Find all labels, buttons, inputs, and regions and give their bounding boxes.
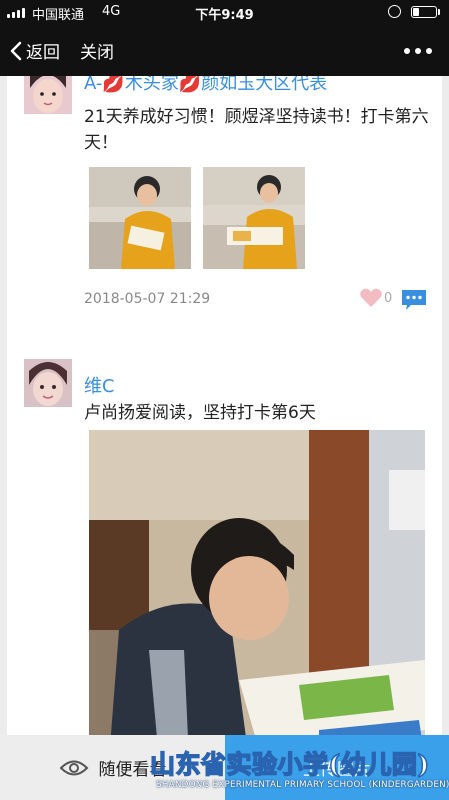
like-button[interactable]: 0 [359, 287, 392, 309]
feed[interactable]: A-💋木头家💋颜如玉大区代表 21天养成好习惯！顾煜泽坚持读书！打卡第六天！ 2… [0, 76, 449, 735]
post-timestamp: 2018-05-07 21:29 [84, 291, 211, 307]
back-label: 返回 [26, 43, 60, 63]
like-count: 0 [384, 290, 393, 306]
status-bar: 中国联通 4G 下午9:49 [0, 0, 449, 24]
username[interactable]: 维C [84, 372, 115, 398]
heart-icon [360, 288, 382, 307]
post-photo-thumbnail[interactable] [203, 167, 305, 269]
browse-label: 随便看看 [98, 760, 167, 780]
more-dots-icon[interactable] [404, 48, 432, 54]
battery-tip [438, 9, 440, 15]
upload-image-button[interactable]: 上传图片 [225, 735, 449, 800]
post-photo[interactable] [89, 430, 425, 735]
username[interactable]: A-💋木头家💋颜如玉大区代表 [84, 76, 327, 95]
bottom-bar: 随便看看 上传图片 [0, 735, 449, 800]
post-text: 21天养成好习惯！顾煜泽坚持读书！打卡第六天！ [84, 107, 429, 153]
post-card: 维C 卢尚扬爱阅读，坚持打卡第6天 [7, 342, 442, 735]
chevron-left-icon [10, 41, 22, 60]
browse-button[interactable]: 随便看看 [0, 735, 225, 800]
back-button[interactable]: 返回 [10, 38, 60, 63]
rotation-lock-icon [388, 5, 401, 18]
close-button[interactable]: 关闭 [80, 38, 114, 63]
comment-icon [402, 290, 426, 310]
nav-bar: 返回 关闭 [0, 24, 449, 76]
post-photo-thumbnail[interactable] [89, 167, 191, 269]
eye-icon [59, 760, 88, 775]
comment-button[interactable] [401, 289, 427, 315]
avatar[interactable] [24, 359, 72, 407]
battery-icon [411, 6, 437, 18]
avatar[interactable] [24, 76, 72, 114]
post-text: 卢尚扬爱阅读，坚持打卡第6天 [84, 403, 316, 423]
clock: 下午9:49 [195, 8, 254, 23]
